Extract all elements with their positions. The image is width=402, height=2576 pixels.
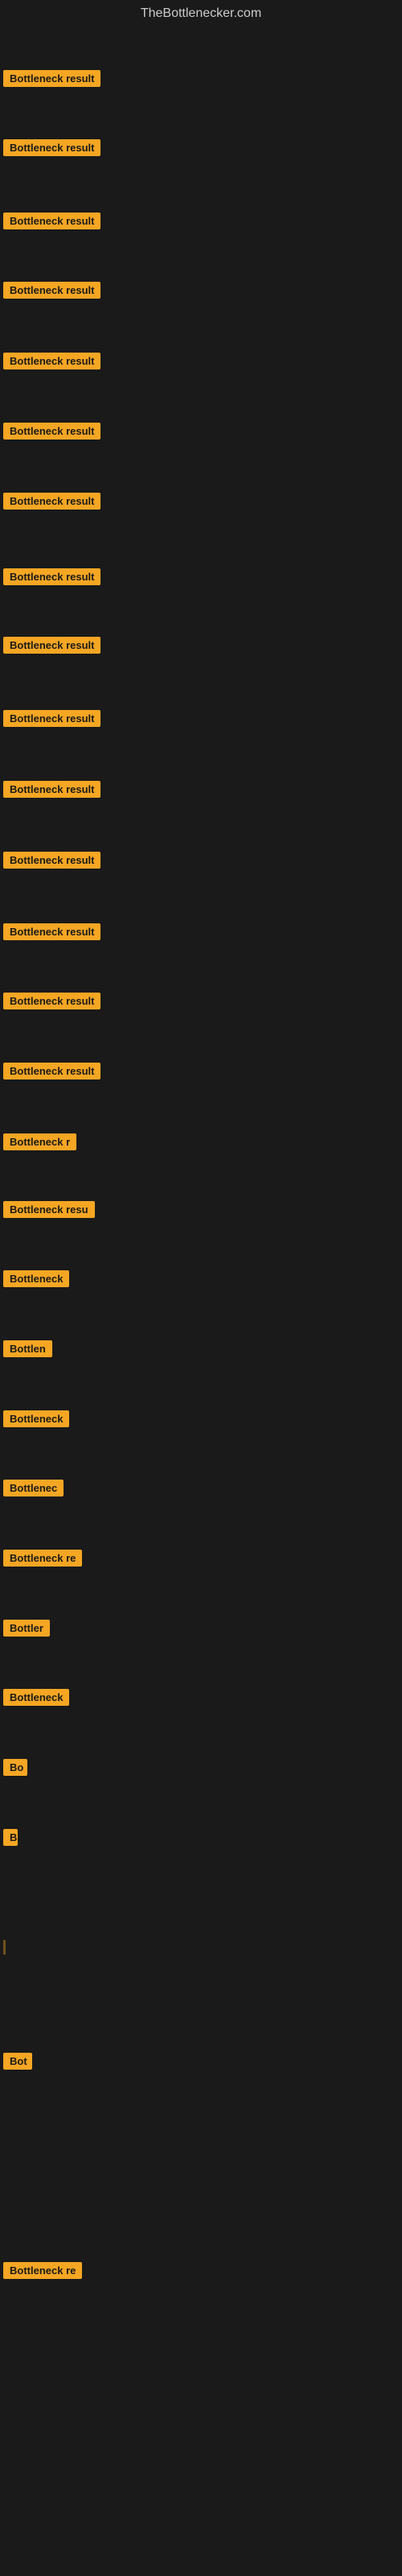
result-row-26: B	[3, 1829, 18, 1850]
result-row-6: Bottleneck result	[3, 423, 100, 444]
result-row-1: Bottleneck result	[3, 70, 100, 91]
bottleneck-badge-13[interactable]: Bottleneck result	[3, 923, 100, 940]
result-row-15: Bottleneck result	[3, 1063, 100, 1084]
bottleneck-badge-5[interactable]: Bottleneck result	[3, 353, 100, 369]
result-row-7: Bottleneck result	[3, 493, 100, 514]
result-row-24: Bottleneck	[3, 1689, 69, 1710]
result-row-23: Bottler	[3, 1620, 50, 1641]
result-row-28: Bot	[3, 2053, 32, 2074]
bottleneck-badge-8[interactable]: Bottleneck result	[3, 568, 100, 585]
bottleneck-badge-28[interactable]: Bot	[3, 2053, 32, 2070]
result-row-12: Bottleneck result	[3, 852, 100, 873]
bottleneck-badge-20[interactable]: Bottleneck	[3, 1410, 69, 1427]
result-row-11: Bottleneck result	[3, 781, 100, 802]
result-row-14: Bottleneck result	[3, 993, 100, 1013]
bottleneck-badge-25[interactable]: Bo	[3, 1759, 27, 1776]
bottleneck-badge-4[interactable]: Bottleneck result	[3, 282, 100, 299]
result-row-21: Bottlenec	[3, 1480, 64, 1501]
bottleneck-badge-1[interactable]: Bottleneck result	[3, 70, 100, 87]
bottleneck-badge-22[interactable]: Bottleneck re	[3, 1550, 82, 1567]
bottleneck-badge-12[interactable]: Bottleneck result	[3, 852, 100, 869]
result-row-29: Bottleneck re	[3, 2262, 82, 2283]
bottleneck-badge-17[interactable]: Bottleneck resu	[3, 1201, 95, 1218]
result-row-20: Bottleneck	[3, 1410, 69, 1431]
result-row-17: Bottleneck resu	[3, 1201, 95, 1222]
result-row-3: Bottleneck result	[3, 213, 100, 233]
result-row-27	[3, 1940, 6, 1955]
bottleneck-badge-18[interactable]: Bottleneck	[3, 1270, 69, 1287]
bottleneck-badge-26[interactable]: B	[3, 1829, 18, 1846]
bottleneck-badge-9[interactable]: Bottleneck result	[3, 637, 100, 654]
result-row-4: Bottleneck result	[3, 282, 100, 303]
result-row-25: Bo	[3, 1759, 27, 1780]
bottleneck-badge-14[interactable]: Bottleneck result	[3, 993, 100, 1009]
result-row-19: Bottlen	[3, 1340, 52, 1361]
bottleneck-badge-6[interactable]: Bottleneck result	[3, 423, 100, 440]
result-row-18: Bottleneck	[3, 1270, 69, 1291]
bottleneck-badge-29[interactable]: Bottleneck re	[3, 2262, 82, 2279]
result-row-13: Bottleneck result	[3, 923, 100, 944]
result-row-5: Bottleneck result	[3, 353, 100, 374]
bottleneck-badge-24[interactable]: Bottleneck	[3, 1689, 69, 1706]
bottleneck-badge-11[interactable]: Bottleneck result	[3, 781, 100, 798]
bottleneck-badge-2[interactable]: Bottleneck result	[3, 139, 100, 156]
bottleneck-badge-10[interactable]: Bottleneck result	[3, 710, 100, 727]
result-row-22: Bottleneck re	[3, 1550, 82, 1571]
bottleneck-badge-3[interactable]: Bottleneck result	[3, 213, 100, 229]
result-row-2: Bottleneck result	[3, 139, 100, 160]
bottleneck-badge-7[interactable]: Bottleneck result	[3, 493, 100, 510]
bottleneck-badge-21[interactable]: Bottlenec	[3, 1480, 64, 1496]
site-title: TheBottlenecker.com	[0, 0, 402, 24]
result-row-9: Bottleneck result	[3, 637, 100, 658]
bottleneck-badge-19[interactable]: Bottlen	[3, 1340, 52, 1357]
bottleneck-badge-23[interactable]: Bottler	[3, 1620, 50, 1637]
bottleneck-badge-16[interactable]: Bottleneck r	[3, 1133, 76, 1150]
result-row-16: Bottleneck r	[3, 1133, 76, 1154]
bottleneck-badge-15[interactable]: Bottleneck result	[3, 1063, 100, 1080]
result-row-10: Bottleneck result	[3, 710, 100, 731]
page-container: TheBottlenecker.com Bottleneck result Bot…	[0, 0, 402, 2576]
result-row-8: Bottleneck result	[3, 568, 100, 589]
